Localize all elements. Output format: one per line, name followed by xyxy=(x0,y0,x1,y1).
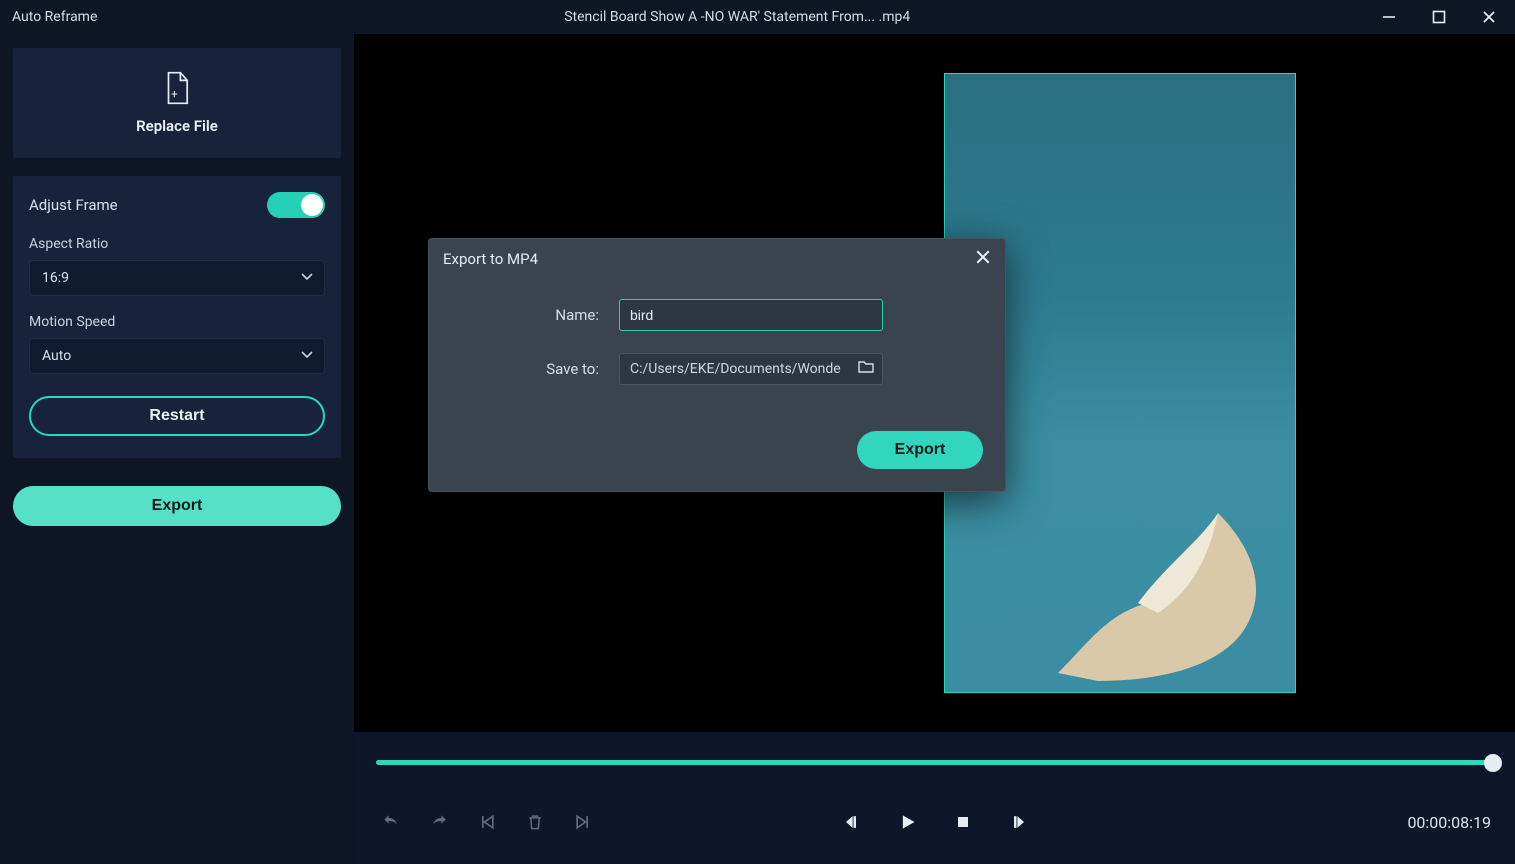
playback-controls xyxy=(838,809,1032,835)
prev-frame-button[interactable] xyxy=(474,809,500,835)
play-button[interactable] xyxy=(894,809,920,835)
file-title: Stencil Board Show A -NO WAR' Statement … xyxy=(97,9,1377,25)
maximize-button[interactable] xyxy=(1427,5,1451,29)
motion-speed-value: Auto xyxy=(42,348,71,364)
window-controls xyxy=(1377,5,1501,29)
redo-button[interactable] xyxy=(426,809,452,835)
name-field-label: Name: xyxy=(469,306,619,324)
browse-folder-button[interactable] xyxy=(858,359,874,379)
replace-file-label: Replace File xyxy=(136,117,218,135)
replace-file-card[interactable]: + Replace File xyxy=(13,48,341,158)
chevron-down-icon xyxy=(300,347,314,365)
app-title: Auto Reframe xyxy=(12,9,97,25)
aspect-ratio-label: Aspect Ratio xyxy=(29,236,325,252)
dialog-title: Export to MP4 xyxy=(443,250,538,268)
stop-button[interactable] xyxy=(950,809,976,835)
delete-button[interactable] xyxy=(522,809,548,835)
undo-button[interactable] xyxy=(378,809,404,835)
saveto-path[interactable]: C:/Users/EKE/Documents/Wonde xyxy=(619,353,883,385)
chevron-down-icon xyxy=(300,269,314,287)
adjust-frame-toggle[interactable] xyxy=(267,192,325,218)
timeline-handle[interactable] xyxy=(1484,754,1502,772)
close-button[interactable] xyxy=(1477,5,1501,29)
name-input[interactable] xyxy=(619,299,883,331)
motion-speed-select[interactable]: Auto xyxy=(29,338,325,374)
timecode-display: 00:00:08:19 xyxy=(1407,813,1491,832)
step-back-button[interactable] xyxy=(838,809,864,835)
export-button[interactable]: Export xyxy=(13,486,341,526)
svg-text:+: + xyxy=(171,87,178,101)
settings-panel: Adjust Frame Aspect Ratio 16:9 Motion Sp… xyxy=(13,176,341,458)
next-frame-button[interactable] xyxy=(570,809,596,835)
controls-bar: 00:00:08:19 xyxy=(354,732,1515,864)
step-forward-button[interactable] xyxy=(1006,809,1032,835)
dialog-close-button[interactable] xyxy=(975,249,991,269)
edit-tools xyxy=(378,809,596,835)
titlebar: Auto Reframe Stencil Board Show A -NO WA… xyxy=(0,0,1515,34)
dialog-export-button[interactable]: Export xyxy=(857,431,983,469)
saveto-value: C:/Users/EKE/Documents/Wonde xyxy=(630,361,841,377)
replace-file-icon: + xyxy=(160,71,194,109)
aspect-ratio-value: 16:9 xyxy=(42,270,69,286)
restart-button[interactable]: Restart xyxy=(29,396,325,436)
video-subject xyxy=(1018,483,1278,683)
motion-speed-label: Motion Speed xyxy=(29,314,325,330)
sidebar: + Replace File Adjust Frame Aspect Ratio… xyxy=(0,34,354,864)
export-dialog: Export to MP4 Name: Save to: C:/Users/EK… xyxy=(428,238,1006,492)
timeline-slider[interactable] xyxy=(376,760,1493,765)
saveto-field-label: Save to: xyxy=(469,360,619,378)
aspect-ratio-select[interactable]: 16:9 xyxy=(29,260,325,296)
adjust-frame-label: Adjust Frame xyxy=(29,196,118,214)
minimize-button[interactable] xyxy=(1377,5,1401,29)
